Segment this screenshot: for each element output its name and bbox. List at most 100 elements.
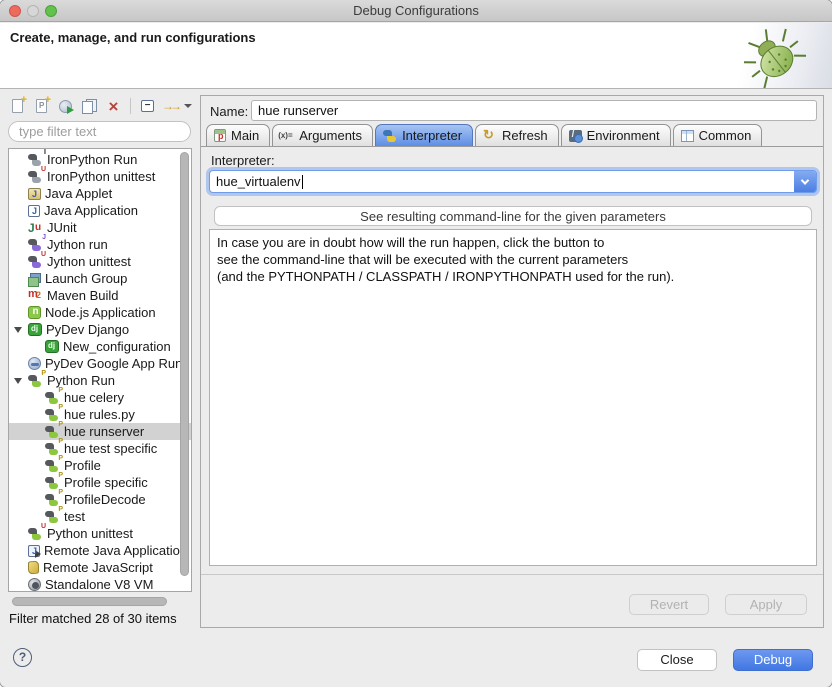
tree-item-python-run[interactable]: PPython Run [9,372,191,389]
django-configuration-icon [45,340,59,353]
tree-item-pydev-django[interactable]: PyDev Django [9,321,191,338]
new-launch-configuration-button[interactable]: + [8,97,27,116]
info-line: In case you are in doubt how will the ru… [217,234,809,251]
tree-item-jython-run[interactable]: JJython run [9,236,191,253]
duplicate-icon [82,99,97,114]
new-launch-prototype-icon: P+ [36,99,47,113]
tab-common[interactable]: Common [673,124,763,146]
page-title: Create, manage, and run configurations [10,30,256,45]
launch-toolbar: + P+ × − →→ [8,96,192,116]
new-launch-prototype-button[interactable]: P+ [32,97,51,116]
collapse-all-icon: − [141,100,154,112]
filter-menu-dropdown-icon [184,104,192,108]
help-button[interactable]: ? [13,648,32,667]
java-application-icon [28,205,40,217]
filter-status-text: Filter matched 28 of 30 items [9,611,177,626]
text-caret [302,175,303,189]
arguments-tab-icon [280,129,294,143]
collapse-all-button[interactable]: − [138,97,157,116]
tab-refresh[interactable]: Refresh [475,124,559,146]
python-run-icon: P [45,425,60,439]
tree-item-new-configuration[interactable]: New_configuration [9,338,191,355]
tree-item-standalone-v8-vm[interactable]: Standalone V8 VM [9,576,191,592]
name-input[interactable] [251,100,817,121]
jython-run-icon: J [28,238,43,252]
tree-item-profile-specific[interactable]: PProfile specific [9,474,191,491]
delete-button[interactable]: × [104,97,123,116]
maven-build-icon [28,289,43,303]
python-run-icon: P [45,442,60,456]
tree-horizontal-scrollbar[interactable] [12,597,167,606]
python-run-icon: P [45,510,60,524]
filter-launch-configurations-icon: →→ [162,100,178,112]
tree-item-jython-unittest[interactable]: UJython unittest [9,253,191,270]
tree-item-remote-javascript[interactable]: Remote JavaScript [9,559,191,576]
tree-item-hue-runserver[interactable]: Phue runserver [9,423,191,440]
debug-bug-icon [744,26,806,88]
tree-item-hue-rules-py[interactable]: Phue rules.py [9,406,191,423]
tree-item-profile[interactable]: PProfile [9,457,191,474]
interpreter-tab-icon [383,129,397,143]
tree-item-hue-celery[interactable]: Phue celery [9,389,191,406]
duplicate-button[interactable] [80,97,99,116]
apply-button[interactable]: Apply [725,594,807,615]
tab-main[interactable]: Main [206,124,270,146]
configuration-panel: Name: Main Arguments Interpreter Refresh [200,95,824,628]
export-launch-button[interactable] [56,97,75,116]
close-button[interactable]: Close [637,649,717,671]
pydev-google-app-run-icon [28,357,41,370]
tree-item-pydev-google-app-run[interactable]: PyDev Google App Run [9,355,191,372]
python-run-icon: P [45,408,60,422]
tree-item-remote-java-application[interactable]: Remote Java Application [9,542,191,559]
filter-input[interactable] [8,121,191,142]
python-run-icon: P [28,374,43,388]
new-launch-configuration-icon: + [12,99,23,113]
commandline-info-box[interactable]: In case you are in doubt how will the ru… [209,229,817,566]
python-run-icon: P [45,459,60,473]
window-title: Debug Configurations [0,3,832,18]
tree-item-launch-group[interactable]: Launch Group [9,270,191,287]
combo-dropdown-button[interactable] [794,171,816,192]
tab-strip-divider [201,146,823,147]
tree-item-java-application[interactable]: Java Application [9,202,191,219]
launch-group-icon [28,273,41,285]
tree-item-profiledecode[interactable]: PProfileDecode [9,491,191,508]
tree-item-java-applet[interactable]: Java Applet [9,185,191,202]
tree-item-junit[interactable]: JUnit [9,219,191,236]
nodejs-application-icon [28,306,41,319]
interpreter-combo[interactable]: hue_virtualenv [209,170,817,193]
tree-item-test[interactable]: Ptest [9,508,191,525]
info-line: see the command-line that will be execut… [217,251,809,268]
tree-item-hue-test-specific[interactable]: Phue test specific [9,440,191,457]
interpreter-label: Interpreter: [211,153,275,168]
revert-button[interactable]: Revert [629,594,709,615]
tree-item-nodejs-application[interactable]: Node.js Application [9,304,191,321]
title-bar[interactable]: Debug Configurations [0,0,832,22]
delete-icon: × [109,98,119,115]
tab-interpreter[interactable]: Interpreter [375,124,473,146]
java-applet-icon [28,188,41,200]
tab-arguments[interactable]: Arguments [272,124,373,146]
expand-arrow-icon[interactable] [14,378,28,384]
junit-icon [28,221,43,235]
tab-environment[interactable]: Environment [561,124,671,146]
tree-item-ironpython-unittest[interactable]: UIronPython unittest [9,168,191,185]
debug-button[interactable]: Debug [733,649,813,671]
remote-java-application-icon [28,545,40,557]
tree-item-python-unittest[interactable]: UPython unittest [9,525,191,542]
pydev-django-icon [28,323,42,336]
name-label: Name: [210,104,248,119]
tree-vertical-scrollbar[interactable] [180,152,189,576]
python-run-icon: P [45,391,60,405]
tree-item-ironpython-run[interactable]: IIronPython Run [9,151,191,168]
tree-item-maven-build[interactable]: Maven Build [9,287,191,304]
debug-configurations-dialog: Debug Configurations Create, manage, and… [0,0,832,687]
interpreter-value: hue_virtualenv [210,174,301,189]
see-commandline-button[interactable]: See resulting command-line for the given… [214,206,812,226]
filter-menu-button[interactable]: →→ [162,97,192,116]
launch-configuration-tree[interactable]: IIronPython Run UIronPython unittest Jav… [8,148,192,592]
expand-arrow-icon[interactable] [14,327,28,333]
ironpython-run-icon: I [28,153,43,167]
chevron-down-icon [801,176,809,184]
header-banner: Create, manage, and run configurations [0,23,832,89]
